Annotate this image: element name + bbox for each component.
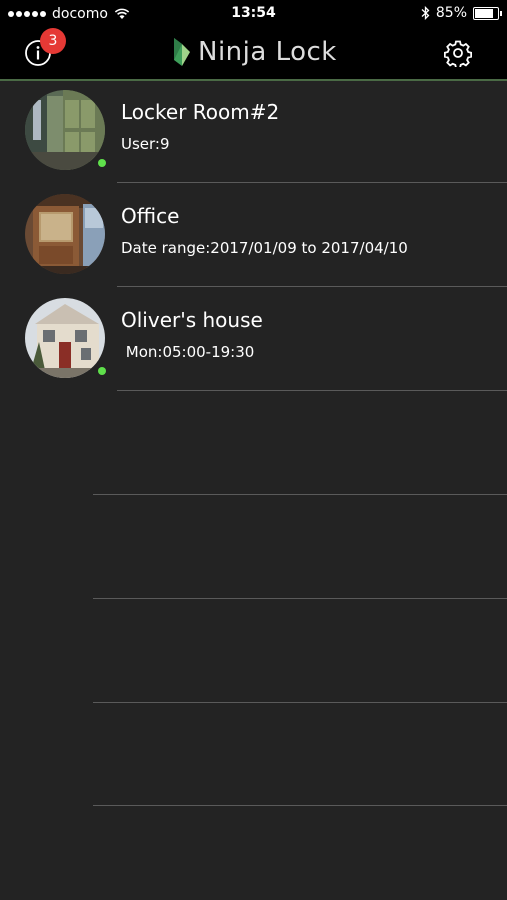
bluetooth-icon xyxy=(421,6,430,20)
office-door-photo xyxy=(25,194,105,274)
avatar xyxy=(25,90,105,170)
empty-row-divider xyxy=(93,494,507,495)
empty-row-divider xyxy=(93,598,507,599)
status-bar: docomo 13:54 85% xyxy=(0,0,507,28)
avatar xyxy=(25,298,105,378)
nav-bar: 3 Ninja Lock xyxy=(0,28,507,81)
battery-percent: 85% xyxy=(435,5,467,21)
ninja-lock-logo-icon xyxy=(174,38,190,66)
divider xyxy=(117,390,507,391)
lock-detail: User:9 xyxy=(121,135,170,153)
battery-icon xyxy=(473,6,502,20)
app-title: Ninja Lock xyxy=(198,37,337,67)
divider xyxy=(117,286,507,287)
locker-room-photo xyxy=(25,90,105,170)
lock-name: Locker Room#2 xyxy=(121,100,280,124)
lock-detail: Mon:05:00-19:30 xyxy=(121,343,255,361)
avatar xyxy=(25,194,105,274)
settings-button[interactable] xyxy=(443,39,473,69)
lock-name: Office xyxy=(121,204,180,228)
lock-detail: Date range:2017/01/09 to 2017/04/10 xyxy=(121,239,408,257)
gear-icon xyxy=(443,40,473,69)
app-logo: Ninja Lock xyxy=(172,36,337,68)
status-right: 85% xyxy=(421,5,502,21)
list-item[interactable]: Locker Room#2 User:9 xyxy=(0,80,507,184)
online-status-dot xyxy=(98,159,106,167)
divider xyxy=(117,182,507,183)
list-item[interactable]: Office Date range:2017/01/09 to 2017/04/… xyxy=(0,184,507,288)
list-item[interactable]: Oliver's house Mon:05:00-19:30 xyxy=(0,288,507,392)
empty-row-divider xyxy=(93,702,507,703)
online-status-dot xyxy=(98,367,106,375)
house-photo xyxy=(25,298,105,378)
empty-row-divider xyxy=(93,805,507,806)
lock-name: Oliver's house xyxy=(121,308,263,332)
notification-badge: 3 xyxy=(40,28,66,54)
